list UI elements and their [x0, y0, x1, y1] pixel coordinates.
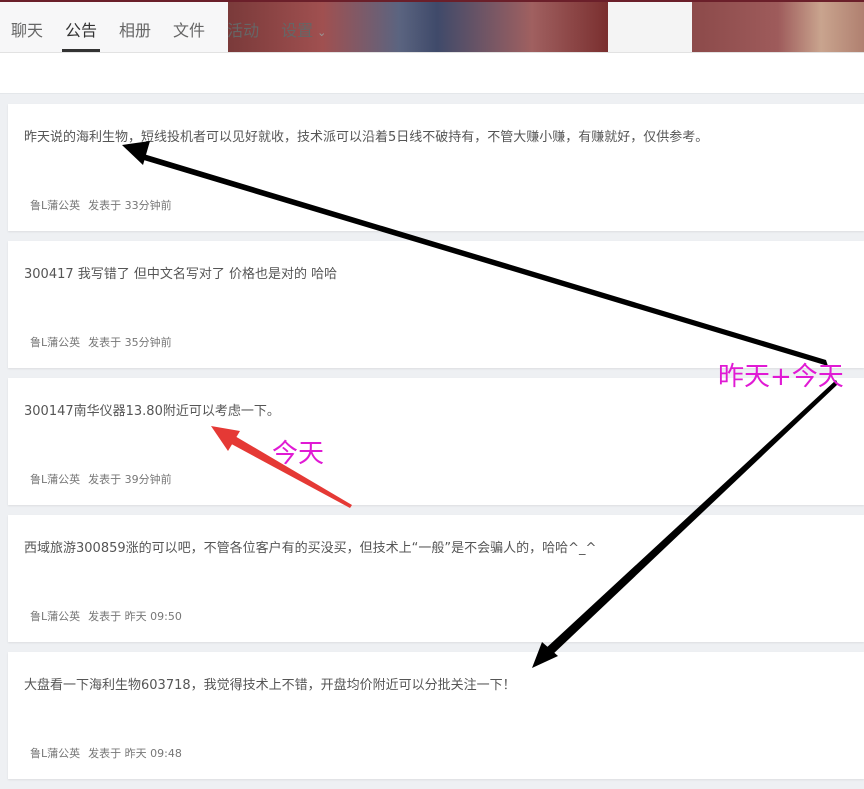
posted-label: 发表于 [88, 747, 122, 760]
top-navigation-bar: 聊天 公告 相册 文件 活动 设置 ⌄ [0, 0, 864, 53]
announcement-card[interactable]: 300147南华仪器13.80附近可以考虑一下。 鲁L蒲公英 发表于 39分钟前 [8, 378, 864, 505]
announcement-meta: 鲁L蒲公英 发表于 昨天 09:50 [30, 608, 182, 624]
tab-label: 相册 [119, 21, 152, 40]
announcement-text: 昨天说的海利生物，短线投机者可以见好就收，技术派可以沿着5日线不破持有，不管大赚… [24, 130, 709, 145]
author-name[interactable]: 鲁L蒲公英 [30, 473, 80, 486]
announcement-text: 西域旅游300859涨的可以吧，不管各位客户有的买没买，但技术上“一般”是不会骗… [24, 541, 597, 556]
announcement-card[interactable]: 昨天说的海利生物，短线投机者可以见好就收，技术派可以沿着5日线不破持有，不管大赚… [8, 104, 864, 231]
tab-label: 设置 [281, 21, 314, 40]
author-name[interactable]: 鲁L蒲公英 [30, 747, 80, 760]
annotation-yesterday-today: 昨天+今天 [718, 362, 844, 392]
tab-files[interactable]: 文件 [162, 0, 216, 52]
tab-settings[interactable]: 设置 ⌄ [270, 0, 337, 52]
posted-label: 发表于 [88, 199, 122, 212]
announcement-meta: 鲁L蒲公英 发表于 33分钟前 [30, 197, 172, 213]
announcement-meta: 鲁L蒲公英 发表于 39分钟前 [30, 471, 172, 487]
post-time: 33分钟前 [124, 199, 172, 212]
tab-chat[interactable]: 聊天 [0, 0, 54, 52]
tab-album[interactable]: 相册 [108, 0, 162, 52]
tab-bar: 聊天 公告 相册 文件 活动 设置 ⌄ [0, 0, 337, 52]
annotation-today: 今天 [272, 439, 325, 469]
post-time: 昨天 09:50 [124, 610, 182, 623]
posted-label: 发表于 [88, 473, 122, 486]
announcement-text: 300417 我写错了 但中文名写对了 价格也是对的 哈哈 [24, 267, 338, 282]
announcement-text: 300147南华仪器13.80附近可以考虑一下。 [24, 404, 280, 419]
tab-label: 活动 [227, 21, 260, 40]
post-time: 昨天 09:48 [124, 747, 182, 760]
toolbar-strip [0, 53, 864, 94]
tab-label: 聊天 [11, 21, 44, 40]
announcement-text: 大盘看一下海利生物603718，我觉得技术上不错，开盘均价附近可以分批关注一下！ [24, 678, 516, 693]
author-name[interactable]: 鲁L蒲公英 [30, 336, 80, 349]
chevron-down-icon: ⌄ [317, 26, 327, 39]
post-time: 35分钟前 [124, 336, 172, 349]
banner-image [692, 0, 864, 52]
announcement-meta: 鲁L蒲公英 发表于 昨天 09:48 [30, 745, 182, 761]
author-name[interactable]: 鲁L蒲公英 [30, 610, 80, 623]
tab-label: 公告 [65, 21, 98, 40]
tab-label: 文件 [173, 21, 206, 40]
announcement-meta: 鲁L蒲公英 发表于 35分钟前 [30, 334, 172, 350]
posted-label: 发表于 [88, 610, 122, 623]
tab-activity[interactable]: 活动 [216, 0, 270, 52]
announcement-card[interactable]: 300417 我写错了 但中文名写对了 价格也是对的 哈哈 鲁L蒲公英 发表于 3… [8, 241, 864, 368]
announcement-card[interactable]: 西域旅游300859涨的可以吧，不管各位客户有的买没买，但技术上“一般”是不会骗… [8, 515, 864, 642]
post-time: 39分钟前 [124, 473, 172, 486]
tab-announcement[interactable]: 公告 [54, 0, 108, 52]
posted-label: 发表于 [88, 336, 122, 349]
banner-gap [608, 0, 692, 52]
announcement-card[interactable]: 大盘看一下海利生物603718，我觉得技术上不错，开盘均价附近可以分批关注一下！… [8, 652, 864, 779]
announcement-list: 昨天说的海利生物，短线投机者可以见好就收，技术派可以沿着5日线不破持有，不管大赚… [8, 104, 864, 789]
author-name[interactable]: 鲁L蒲公英 [30, 199, 80, 212]
